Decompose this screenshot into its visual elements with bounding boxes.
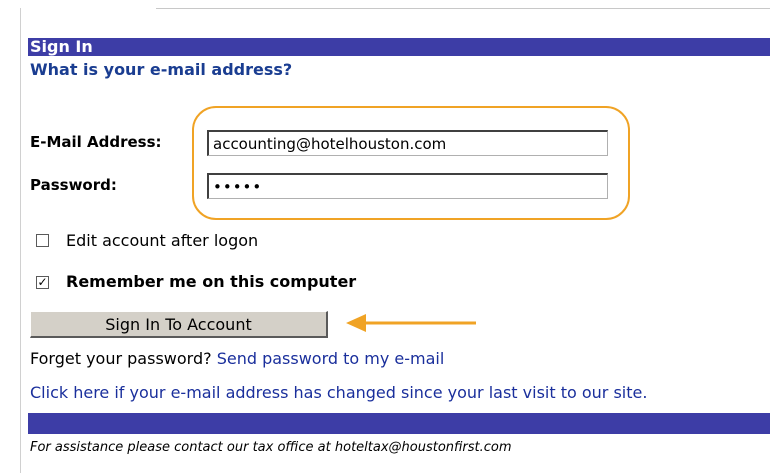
edit-account-label[interactable]: Edit account after logon xyxy=(66,231,258,250)
remember-me-label[interactable]: Remember me on this computer xyxy=(66,272,356,291)
frame-border-top xyxy=(156,8,770,9)
remember-me-checkbox[interactable]: ✓ xyxy=(36,276,49,289)
frame-border-left xyxy=(20,8,21,473)
header-bar xyxy=(28,38,770,56)
edit-account-checkbox[interactable] xyxy=(36,234,49,247)
address-changed-link[interactable]: Click here if your e-mail address has ch… xyxy=(30,383,647,402)
check-icon: ✓ xyxy=(37,275,48,289)
password-label: Password: xyxy=(30,176,117,194)
page-title: Sign In xyxy=(30,37,93,56)
forgot-password-text: Forget your password? xyxy=(30,349,212,368)
form-subtitle: What is your e-mail address? xyxy=(30,60,293,79)
arrow-left-icon xyxy=(346,314,476,332)
address-changed-row: Click here if your e-mail address has ch… xyxy=(30,383,647,402)
forgot-password-row: Forget your password? Send password to m… xyxy=(30,349,444,368)
credentials-highlight xyxy=(192,106,630,220)
email-label: E-Mail Address: xyxy=(30,133,162,151)
assistance-text: For assistance please contact our tax of… xyxy=(30,440,512,455)
sign-in-button[interactable]: Sign In To Account xyxy=(30,311,328,338)
password-field[interactable] xyxy=(207,173,608,199)
email-field[interactable] xyxy=(207,130,608,156)
footer-bar xyxy=(28,413,770,434)
send-password-link[interactable]: Send password to my e-mail xyxy=(217,349,445,368)
